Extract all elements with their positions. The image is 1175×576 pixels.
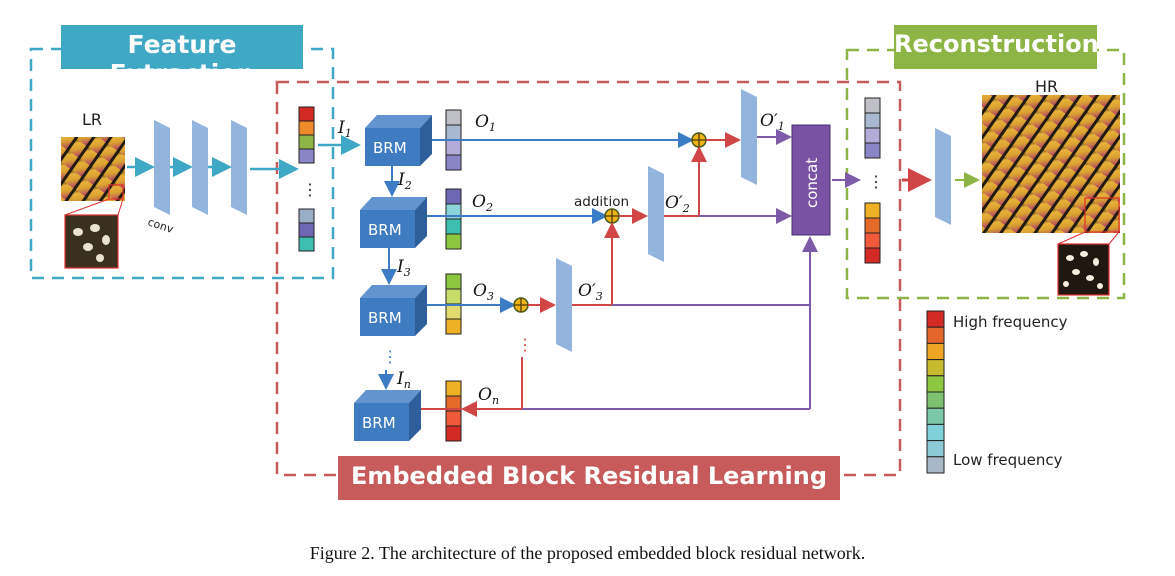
refined-label-3: O′3 bbox=[578, 281, 603, 303]
feature-extraction-title: Feature Extraction bbox=[109, 30, 255, 88]
legend-swatch bbox=[926, 440, 945, 458]
legend-swatch bbox=[926, 342, 945, 361]
reconstruction-title: Reconstruction bbox=[894, 30, 1099, 58]
brm-ellipsis: ⋮ bbox=[382, 349, 398, 366]
brm-block-3: BRM bbox=[360, 285, 427, 336]
legend-swatch bbox=[926, 326, 945, 344]
output-label-2: O2 bbox=[472, 192, 493, 214]
lr-zoom-patch bbox=[64, 214, 119, 269]
figure-caption: Figure 2. The architecture of the propos… bbox=[309, 543, 866, 563]
conv-label: conv bbox=[146, 215, 175, 236]
svg-text:BRM: BRM bbox=[368, 221, 402, 239]
brm-block-n: BRM bbox=[354, 390, 421, 441]
stack-ellipsis: ⋮ bbox=[302, 182, 318, 199]
adder-3 bbox=[513, 297, 529, 313]
conv-refine-2 bbox=[648, 166, 664, 262]
addition-label: addition bbox=[574, 194, 629, 210]
adder-2 bbox=[604, 208, 620, 224]
legend-high-label: High frequency bbox=[953, 313, 1068, 331]
brm-block-2: BRM bbox=[360, 197, 427, 248]
legend-swatch bbox=[926, 407, 945, 425]
adder-1 bbox=[691, 132, 707, 148]
legend-swatch bbox=[926, 391, 945, 409]
conv-refine-1 bbox=[741, 89, 757, 185]
concat-stack-ellipsis: ⋮ bbox=[868, 174, 884, 191]
concat-label: concat bbox=[803, 158, 821, 208]
output-label-1: O1 bbox=[475, 112, 496, 134]
lr-label: LR bbox=[82, 110, 102, 129]
hr-label: HR bbox=[1035, 77, 1058, 96]
conv-layers bbox=[154, 120, 247, 215]
refined-label-1: O′1 bbox=[760, 111, 785, 133]
frequency-legend bbox=[926, 310, 945, 474]
conv-reconstruction bbox=[935, 128, 951, 225]
lr-image bbox=[61, 137, 125, 201]
input-label-3: I3 bbox=[396, 257, 411, 279]
brm-block-1: BRM bbox=[365, 115, 432, 166]
output-stack-2 bbox=[445, 188, 462, 250]
refined-label-2: O′2 bbox=[665, 193, 690, 215]
legend-swatch bbox=[926, 310, 945, 328]
feature-stack-input bbox=[298, 106, 315, 252]
svg-text:BRM: BRM bbox=[373, 139, 407, 157]
hr-image bbox=[982, 95, 1120, 233]
adder-ellipsis: ⋮ bbox=[517, 337, 533, 354]
output-stack-n bbox=[445, 380, 462, 442]
legend-low-label: Low frequency bbox=[953, 451, 1063, 469]
legend-swatch bbox=[926, 456, 945, 474]
embedded-block-title: Embedded Block Residual Learning bbox=[350, 462, 828, 490]
input-label-n: In bbox=[396, 369, 411, 391]
conv-layer-1 bbox=[154, 120, 170, 215]
legend-swatch bbox=[926, 423, 945, 442]
legend-swatch bbox=[926, 375, 945, 393]
svg-text:BRM: BRM bbox=[362, 414, 396, 432]
legend-swatch bbox=[926, 359, 945, 377]
output-label-3: O3 bbox=[473, 281, 494, 303]
conv-refine-3 bbox=[556, 258, 572, 352]
conv-layer-3 bbox=[231, 120, 247, 215]
svg-text:BRM: BRM bbox=[368, 309, 402, 327]
output-label-n: On bbox=[478, 385, 499, 407]
input-label-2: I2 bbox=[397, 170, 412, 192]
input-label-1: I1 bbox=[337, 118, 352, 140]
conv-layer-2 bbox=[192, 120, 208, 215]
